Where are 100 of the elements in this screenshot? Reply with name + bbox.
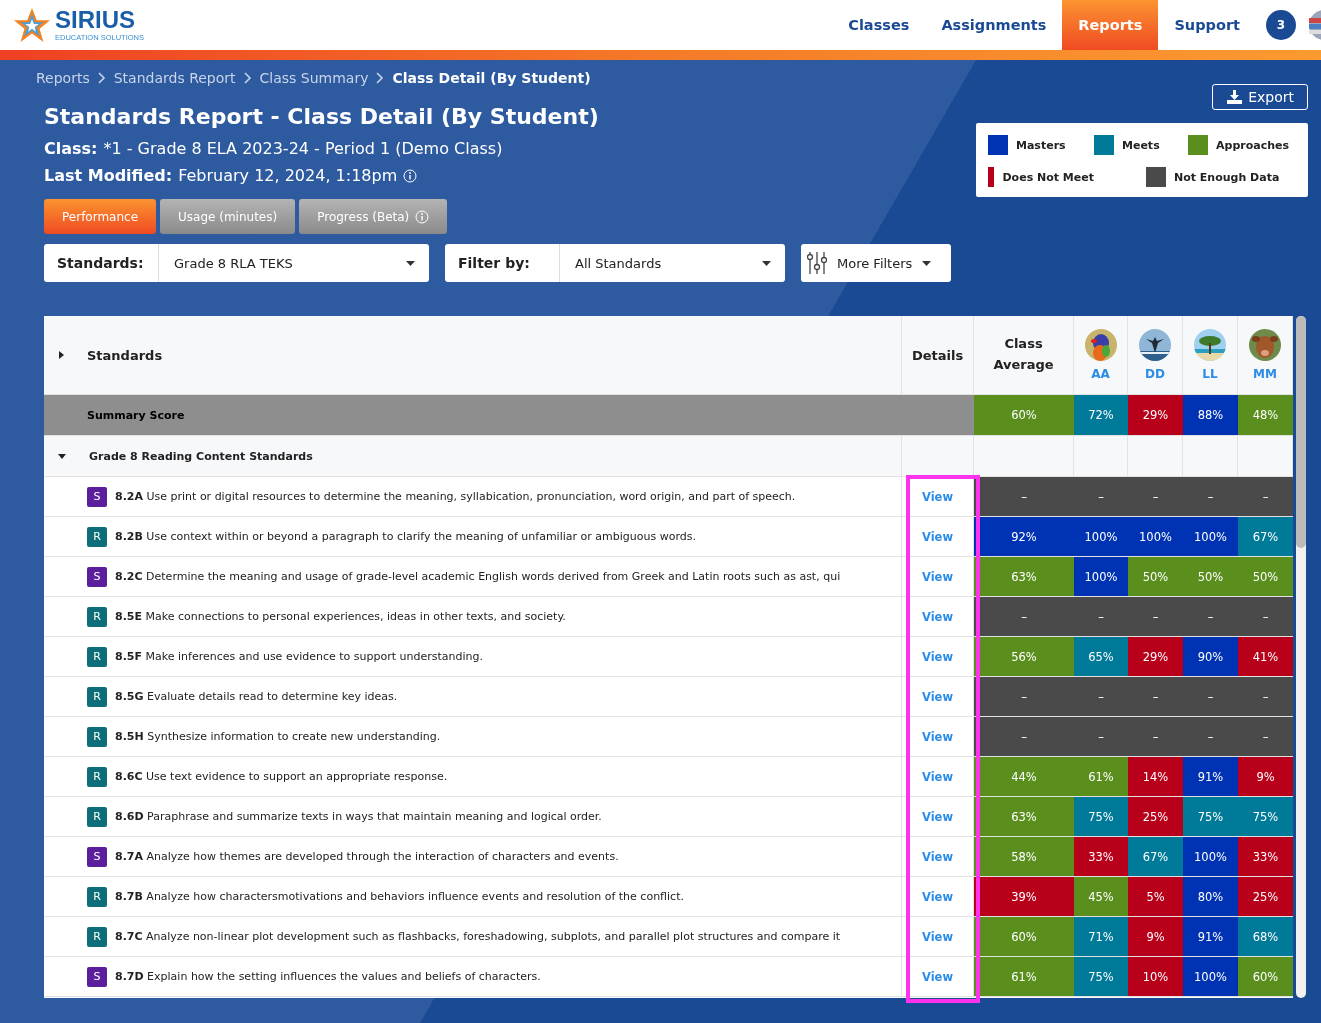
chevron-icon	[243, 72, 252, 84]
score-cell: 100%	[1074, 517, 1128, 556]
nav-link[interactable]: Reports	[1062, 0, 1159, 50]
score-cell: 60%	[974, 917, 1074, 956]
score-cell: 91%	[1183, 917, 1238, 956]
collapse-arrow-icon[interactable]	[58, 453, 66, 459]
score-cell: –	[1074, 717, 1128, 756]
score-cell: 67%	[1238, 517, 1293, 556]
view-tab[interactable]: Performance	[44, 199, 157, 234]
score-cell: 90%	[1183, 637, 1238, 676]
type-badge: R	[87, 806, 107, 827]
view-link[interactable]: View	[921, 729, 954, 744]
score-cell: 75%	[1074, 957, 1128, 996]
score-cell: 68%	[1238, 917, 1293, 956]
score-cell: 75%	[1238, 797, 1293, 836]
score-cell: 80%	[1183, 877, 1238, 916]
score-cell: 41%	[1238, 637, 1293, 676]
legend-label: Not Enough Data	[1174, 170, 1280, 184]
type-badge: R	[87, 686, 107, 707]
score-cell: 50%	[1238, 557, 1293, 596]
score-cell: 48%	[1238, 395, 1293, 435]
info-icon[interactable]	[403, 168, 418, 183]
score-cell: 25%	[1128, 797, 1183, 836]
legend-label: Meets	[1122, 138, 1160, 152]
score-cell: 25%	[1238, 877, 1293, 916]
caret-icon	[406, 260, 415, 266]
score-cell: 67%	[1128, 837, 1183, 876]
score-cell: 5%	[1128, 877, 1183, 916]
score-cell: 14%	[1128, 757, 1183, 796]
score-cell: –	[1074, 677, 1128, 716]
export-button[interactable]: Export	[1212, 84, 1308, 110]
download-icon	[1227, 90, 1243, 104]
class-name: *1 - Grade 8 ELA 2023-24 - Period 1 (Demo Class)	[103, 139, 503, 158]
score-cell: –	[1128, 717, 1183, 756]
view-link[interactable]: View	[921, 849, 954, 864]
scrollbar[interactable]	[1296, 316, 1306, 998]
view-tab[interactable]: Usage (minutes)	[160, 199, 296, 234]
standard-text: 8.7C Analyze non-linear plot development such as flashbacks, foreshadowing, subplots, and parallel plot structures and compare it	[115, 930, 841, 943]
nav-link[interactable]: Classes	[832, 0, 926, 50]
legend-label: Approaches	[1216, 138, 1290, 152]
filter-dropdown[interactable]: Filter by: All Standards	[445, 244, 785, 282]
brand-name: SIRIUS	[55, 8, 136, 33]
student-link[interactable]: MM	[1253, 367, 1277, 381]
score-cell: 50%	[1128, 557, 1183, 596]
summary-label: Summary Score	[87, 408, 185, 422]
type-badge: R	[87, 766, 107, 787]
breadcrumb-link[interactable]: Class Summary	[259, 70, 369, 86]
view-link[interactable]: View	[921, 609, 954, 624]
student-link[interactable]: LL	[1202, 367, 1218, 381]
score-cell: 33%	[1074, 837, 1128, 876]
star-logo-icon	[13, 6, 51, 44]
view-link[interactable]: View	[921, 649, 954, 664]
score-cell: 44%	[974, 757, 1074, 796]
view-link[interactable]: View	[921, 889, 954, 904]
view-link[interactable]: View	[921, 689, 954, 704]
legend-label: Does Not Meet	[1002, 170, 1094, 184]
type-badge: R	[87, 926, 107, 947]
standard-text: 8.2C Determine the meaning and usage of grade-level academic English words derived from Greek and Latin roots such as ast, qui	[115, 570, 841, 583]
nav-link[interactable]: Support	[1158, 0, 1256, 50]
view-link[interactable]: View	[921, 569, 954, 584]
legend-label: Masters	[1016, 138, 1066, 152]
score-cell: 75%	[1074, 797, 1128, 836]
type-badge: S	[87, 966, 107, 987]
score-cell: 56%	[974, 637, 1074, 676]
breadcrumb-link[interactable]: Standards Report	[113, 70, 236, 86]
student-link[interactable]: AA	[1091, 367, 1110, 381]
view-link[interactable]: View	[921, 969, 954, 984]
view-link[interactable]: View	[921, 489, 954, 504]
expand-arrow-icon[interactable]	[59, 351, 64, 359]
nav-link[interactable]: Assignments	[925, 0, 1063, 50]
page-title: Standards Report - Class Detail (By Student)	[44, 104, 599, 129]
filter-dropdown[interactable]: Standards: Grade 8 RLA TEKS	[44, 244, 429, 282]
breadcrumb-link[interactable]: Class Detail (By Student)	[392, 70, 591, 86]
type-badge: R	[87, 646, 107, 667]
score-cell: 61%	[1074, 757, 1128, 796]
score-cell: –	[1183, 677, 1238, 716]
score-cell: 63%	[974, 557, 1074, 596]
student-link[interactable]: DD	[1145, 367, 1165, 381]
notification-badge[interactable]: 3	[1266, 10, 1296, 40]
breadcrumb-link[interactable]: Reports	[36, 70, 90, 86]
score-cell: 100%	[1183, 957, 1238, 996]
score-cell: –	[1128, 677, 1183, 716]
score-cell: 29%	[1128, 637, 1183, 676]
sliders-icon	[807, 251, 827, 275]
view-link[interactable]: View	[921, 529, 954, 544]
score-cell: 60%	[974, 395, 1074, 435]
view-link[interactable]: View	[921, 929, 954, 944]
view-tab[interactable]: Progress (Beta)	[299, 199, 448, 234]
score-cell: –	[1238, 677, 1293, 716]
standard-text: 8.6D Paraphrase and summarize texts in ways that maintain meaning and logical order.	[115, 810, 602, 823]
type-badge: R	[87, 606, 107, 627]
view-link[interactable]: View	[921, 809, 954, 824]
view-link[interactable]: View	[921, 769, 954, 784]
standard-text: 8.7D Explain how the setting influences the values and beliefs of characters.	[115, 970, 541, 983]
score-cell: 100%	[1183, 517, 1238, 556]
more-filters-button[interactable]: More Filters	[801, 244, 951, 282]
score-cell: 58%	[974, 837, 1074, 876]
type-badge: R	[87, 886, 107, 907]
score-cell: 65%	[1074, 637, 1128, 676]
score-cell: –	[974, 477, 1074, 516]
